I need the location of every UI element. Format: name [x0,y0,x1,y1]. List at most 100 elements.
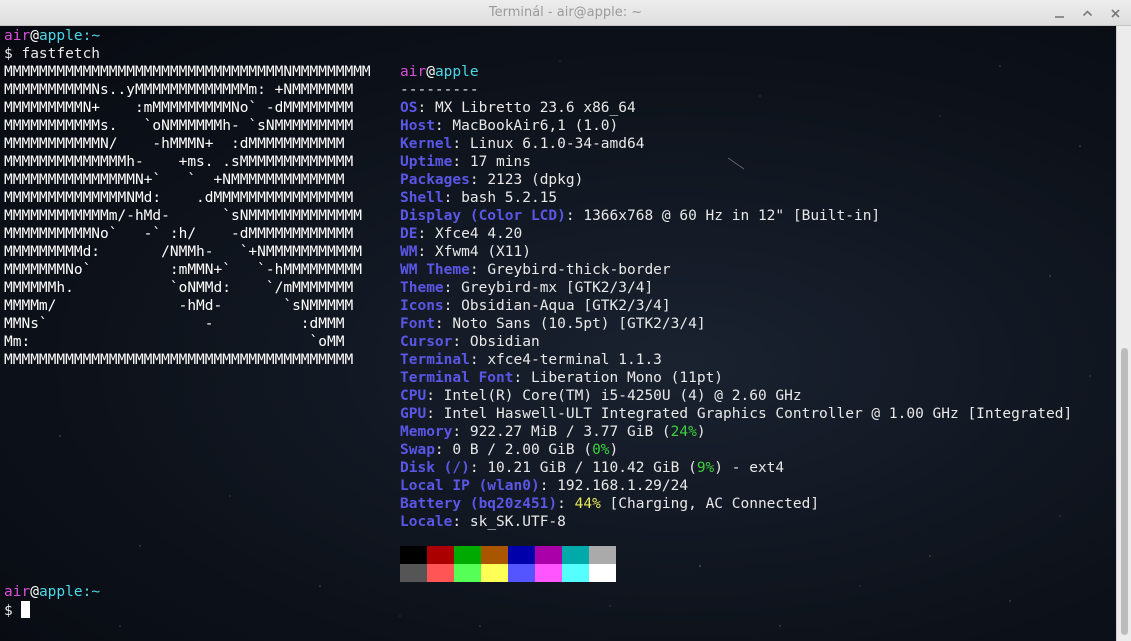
info-separator: : [557,496,575,512]
info-row: Icons: Obsidian-Aqua [GTK2/3/4] [400,297,671,315]
logo-line: MMMMMMMMMMMMm/-hMd- `sNMMMMMMMMMMMMM [4,208,362,224]
info-row: CPU: Intel(R) Core(TM) i5-4250U (4) @ 2.… [400,387,802,405]
info-separator: : [417,100,435,116]
logo-line: MMMMMMMMMMMMMMMMMMMMMMMMMMMMMMMMNMMMMMMM… [4,64,371,80]
info-value: 922.27 MiB / 3.77 GiB ( [469,424,671,440]
info-value: Xfwm4 (X11) [434,244,531,260]
info-value: 1366x768 @ 60 Hz in 12" [Built-in] [583,208,881,224]
logo-line: MMMMMMMMMMNo` -` :h/ -dMMMMMMMMMMMM [4,226,354,242]
logo-line: MMMMMMh. `oNMMd: `/mMMMMMMM [4,280,354,296]
palette-swatch [562,546,589,564]
prompt-user: air [4,28,31,44]
info-key: Terminal [400,352,470,368]
minimize-button[interactable] [1049,3,1069,23]
close-button[interactable] [1105,3,1125,23]
logo-line: MMMMMMMMMMMMMMMN+` ` +NMMMMMMMMMMMMM [4,172,345,188]
info-separator: : [426,406,444,422]
logo-line: MMMMMMMMMMMN/ -hMMMN+ :dMMMMMMMMMMM [4,136,345,152]
info-key: Packages [400,172,470,188]
logo-line: MMNs` - :dMMM [4,316,345,332]
logo-line: Mm: `oMM [4,334,345,350]
palette-swatch [589,564,616,582]
info-row: Disk (/): 10.21 GiB / 110.42 GiB (9%) - … [400,459,784,477]
info-row: Packages: 2123 (dpkg) [400,171,583,189]
info-separator: : [452,514,470,530]
info-key: GPU [400,406,427,422]
info-row: Memory: 922.27 MiB / 3.77 GiB (24%) [400,423,706,441]
info-row: Terminal: xfce4-terminal 1.1.3 [400,351,662,369]
scrollbar-thumb[interactable] [1121,348,1128,635]
palette-swatch [508,564,535,582]
logo-line: MMMMMMMMMMNs..yMMMMMMMMMMMMMm: +NMMMMMMM [4,82,354,98]
info-row: Battery (bq20z451): 44% [Charging, AC Co… [400,495,819,513]
info-row: Theme: Greybird-mx [GTK2/3/4] [400,279,653,297]
info-value: ) [696,424,706,440]
info-row: Kernel: Linux 6.1.0-34-amd64 [400,135,644,153]
info-separator: : [452,424,470,440]
info-separator: : [426,388,444,404]
info-separator: : [565,208,584,224]
maximize-button[interactable] [1077,3,1097,23]
terminal-area[interactable]: air@apple:~ $ fastfetch MMMMMMMMMMMMMMMM… [0,26,1131,641]
palette-swatch [481,564,508,582]
info-key: Font [400,316,435,332]
info-row: OS: MX Libretto 23.6 x86_64 [400,99,636,117]
info-row: Swap: 0 B / 2.00 GiB (0%) [400,441,618,459]
palette-swatch [589,546,616,564]
logo-line: MMMMm/ -hMd- `sNMMMMM [4,298,354,314]
info-value: Intel(R) Core(TM) i5-4250U (4) @ 2.60 GH… [443,388,802,404]
palette-swatch [427,564,454,582]
info-key: WM Theme [400,262,470,278]
prompt-line-1: air@apple:~ [4,27,100,45]
info-key: Disk (/) [400,460,470,476]
info-row: Locale: sk_SK.UTF-8 [400,513,566,531]
prompt-host: apple [38,28,83,44]
input-line[interactable]: $ [4,601,31,619]
info-underline: --------- [400,82,479,98]
info-key: Battery (bq20z451) [400,496,558,512]
info-value: 10.21 GiB / 110.42 GiB ( [487,460,697,476]
info-value: Noto Sans (10.5pt) [GTK2/3/4] [452,316,706,332]
info-header: air@apple [400,63,479,81]
info-separator: : [513,370,531,386]
prompt-path: :~ [82,584,101,600]
title-bar[interactable]: Terminál - air@apple: ~ [0,0,1131,26]
info-separator: : [469,460,488,476]
palette-swatch [454,564,481,582]
logo-line: MMMMMMMMMN+ :mMMMMMMMMMNo` -dMMMMMMMM [4,100,354,116]
info-key: Uptime [400,154,453,170]
palette-swatch [427,546,454,564]
info-key: Terminal Font [400,370,514,386]
info-separator: : [434,316,453,332]
info-separator: : [434,442,453,458]
info-value: 24% [670,424,697,440]
info-key: OS [400,100,418,116]
info-value: bash 5.2.15 [461,190,558,206]
info-value: MX Libretto 23.6 x86_64 [434,100,636,116]
info-value: Greybird-mx [GTK2/3/4] [461,280,654,296]
info-value: 0 B / 2.00 GiB ( [452,442,593,458]
color-palette [400,546,616,582]
header-at: @ [426,64,435,80]
info-row: Uptime: 17 mins [400,153,531,171]
palette-swatch [481,546,508,564]
info-value: ) - ext4 [714,460,785,476]
info-separator: : [417,226,435,242]
info-row: Shell: bash 5.2.15 [400,189,557,207]
header-host: apple [434,64,479,80]
palette-swatch [400,564,427,582]
info-row: WM: Xfwm4 (X11) [400,243,531,261]
palette-swatch [562,564,589,582]
info-key: Host [400,118,435,134]
info-value: 0% [592,442,610,458]
info-separator: : [469,262,488,278]
palette-swatch [400,546,427,564]
logo-line: MMMMMMMNo` :mMMN+` `-hMMMMMMMMM [4,262,362,278]
scrollbar[interactable] [1116,26,1131,641]
info-row: Host: MacBookAir6,1 (1.0) [400,117,618,135]
info-value: [Charging, AC Connected] [600,496,820,512]
info-value: Xfce4 4.20 [434,226,523,242]
prompt-at: @ [30,28,39,44]
info-separator: : [434,118,453,134]
info-value: Greybird-thick-border [487,262,671,278]
